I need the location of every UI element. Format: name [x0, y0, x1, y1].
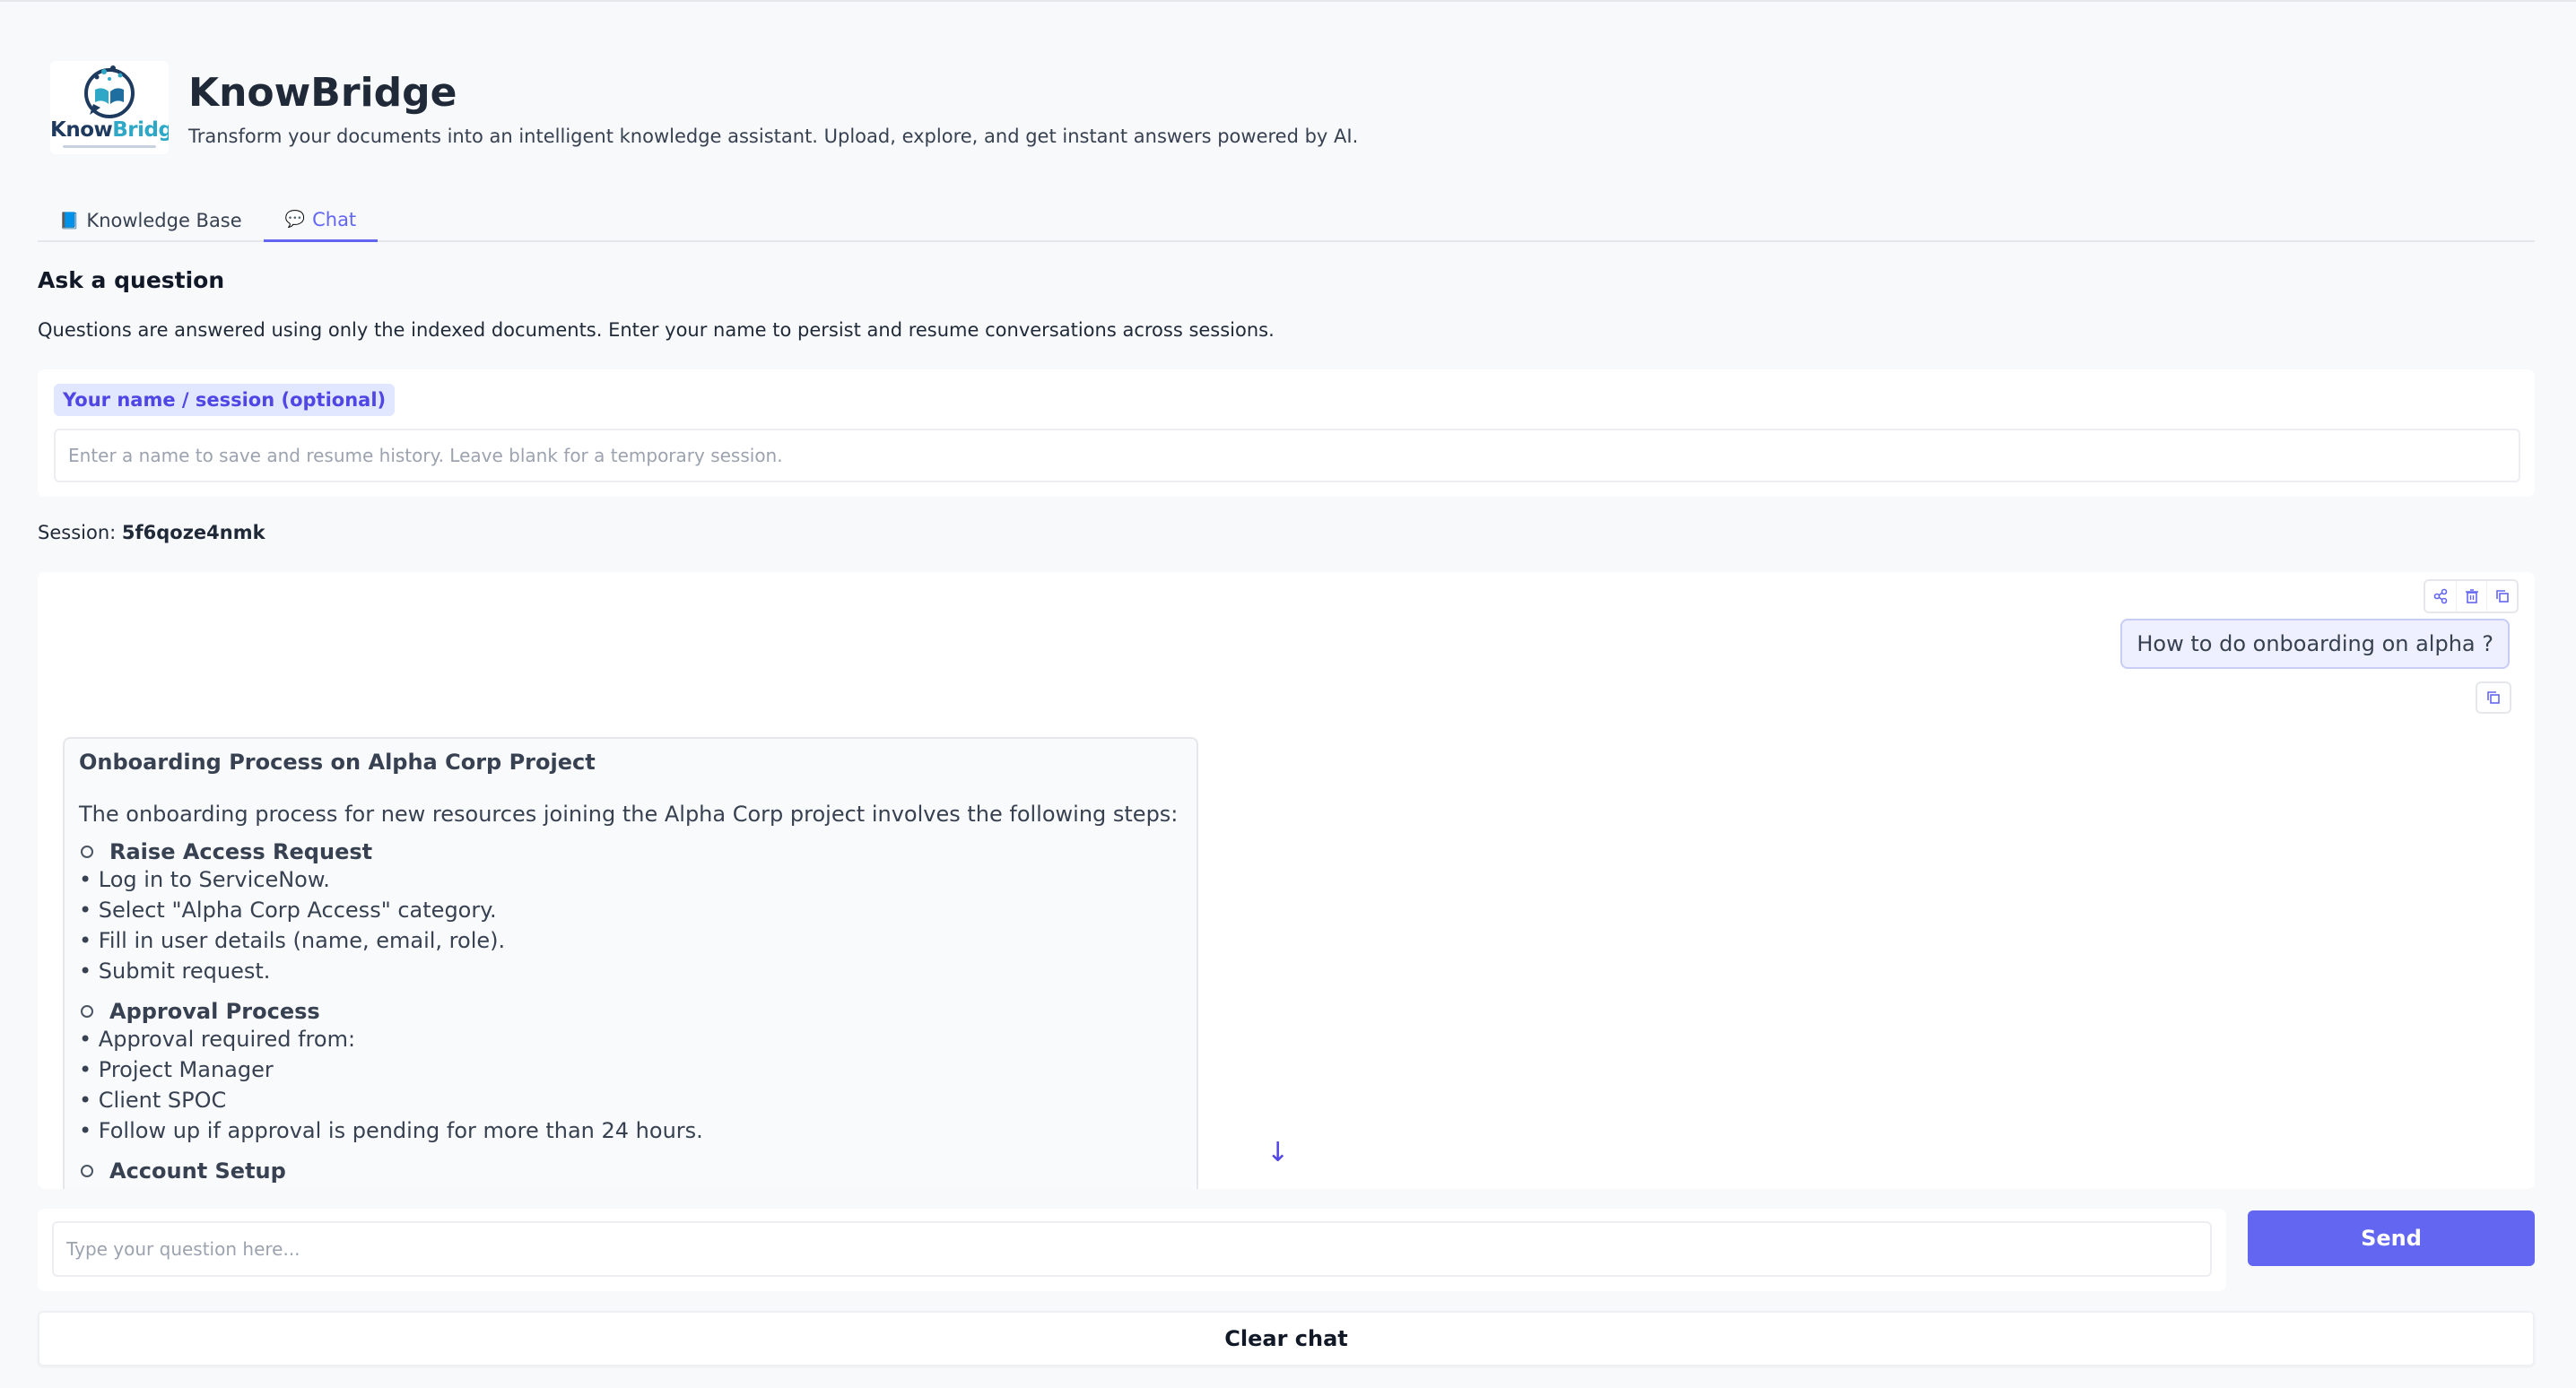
name-session-input[interactable]: [54, 429, 2520, 482]
answer-intro: The onboarding process for new resources…: [79, 802, 1179, 827]
book-chat-logo-icon: [84, 65, 135, 118]
tab-label: Chat: [312, 208, 357, 230]
book-icon: 📘: [59, 211, 80, 230]
session-info: Session: 5f6qoze4nmk: [38, 522, 265, 543]
send-button[interactable]: Send: [2248, 1210, 2535, 1266]
answer-line: • Fill in user details (name, email, rol…: [79, 928, 506, 953]
tab-label: Knowledge Base: [86, 210, 242, 231]
hollow-bullet-icon: [81, 1165, 93, 1177]
clear-chat-button[interactable]: Clear chat: [38, 1311, 2535, 1366]
answer-title: Onboarding Process on Alpha Corp Project: [79, 750, 596, 775]
answer-line: • Submit request.: [79, 959, 271, 984]
name-session-card: Your name / session (optional): [38, 369, 2535, 497]
question-input[interactable]: [52, 1221, 2212, 1277]
answer-line: • Follow up if approval is pending for m…: [79, 1118, 703, 1143]
answer-section-heading: Raise Access Request: [79, 839, 1182, 864]
answer-line: • Select "Alpha Corp Access" category.: [79, 898, 497, 923]
user-message: How to do onboarding on alpha ?: [2120, 619, 2510, 669]
copy-icon: [2495, 590, 2509, 603]
copy-all-button[interactable]: [2486, 581, 2517, 612]
tab-chat[interactable]: 💬 Chat: [263, 199, 379, 242]
section-description: Questions are answered using only the in…: [38, 319, 1275, 341]
hollow-bullet-icon: [81, 1005, 93, 1018]
tab-knowledge-base[interactable]: 📘 Knowledge Base: [38, 199, 264, 242]
question-input-wrapper: [38, 1209, 2226, 1291]
answer-line: • Project Manager: [79, 1057, 274, 1082]
copy-message-button[interactable]: [2476, 681, 2511, 714]
app-logo: KnowBridge: [50, 61, 169, 154]
answer-line: • Client SPOC: [79, 1088, 227, 1113]
session-id: 5f6qoze4nmk: [121, 522, 265, 543]
answer-section-heading: Account Setup: [79, 1158, 1182, 1184]
section-title: Ask a question: [38, 267, 225, 293]
delete-button[interactable]: [2456, 581, 2486, 612]
copy-icon: [2487, 691, 2500, 704]
hollow-bullet-icon: [81, 846, 93, 858]
top-border: [0, 0, 2576, 2]
app-header: KnowBridge KnowBridge Transform your doc…: [50, 61, 1358, 154]
assistant-message: Onboarding Process on Alpha Corp Project…: [63, 737, 1198, 1189]
arrow-down-icon[interactable]: ↓: [1266, 1137, 1289, 1168]
speech-bubble-icon: 💬: [284, 210, 306, 229]
trash-icon: [2465, 589, 2478, 603]
session-label: Session:: [38, 522, 117, 543]
share-icon: [2433, 588, 2448, 604]
logo-wordmark: KnowBridge: [50, 118, 169, 142]
tab-bar: 📘 Knowledge Base 💬 Chat: [38, 199, 2535, 242]
answer-section-heading: Approval Process: [79, 999, 1182, 1024]
answer-line: • Approval required from:: [79, 1027, 356, 1052]
chat-toolbar: [2424, 579, 2519, 613]
app-subtitle: Transform your documents into an intelli…: [188, 126, 1359, 147]
app-title: KnowBridge: [188, 70, 457, 116]
answer-line: • Log in to ServiceNow.: [79, 867, 330, 892]
logo-tagline: [63, 145, 156, 148]
name-field-label: Your name / session (optional): [54, 384, 396, 416]
share-button[interactable]: [2425, 581, 2456, 612]
chat-history[interactable]: How to do onboarding on alpha ? Onboardi…: [38, 572, 2535, 1189]
